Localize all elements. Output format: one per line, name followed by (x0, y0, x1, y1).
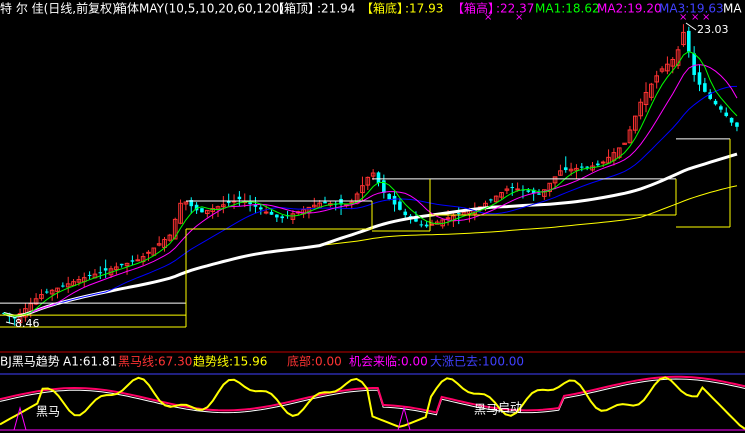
candle-body-down (269, 211, 274, 215)
sub-trend-line (0, 376, 745, 430)
box-high-label: 【箱高】 (452, 1, 500, 16)
box-bottom-label: 【箱底】 (361, 1, 409, 16)
x-marker: × (679, 12, 687, 23)
sub-heima-value: 黑马线:67.30 (118, 355, 192, 369)
candle-body-down (510, 187, 515, 189)
candle-body-up (146, 251, 151, 254)
candle-body-up (445, 217, 451, 220)
candle-body-down (489, 199, 493, 201)
candle-body-down (87, 274, 92, 276)
candle-body-down (526, 190, 531, 192)
box-top-label: 【箱顶】 (272, 1, 320, 16)
candle-body-up (135, 259, 141, 262)
candle-body-down (719, 106, 723, 110)
high-price-annotation: 23.03 (697, 23, 729, 36)
sub-white-line (0, 378, 745, 416)
ma-green-line (3, 50, 738, 317)
low-price-annotation: 8.46 (15, 317, 40, 330)
candle-body-down (729, 117, 734, 123)
sub-bottom-value: 底部:0.00 (287, 354, 342, 369)
candle-body-down (259, 207, 263, 210)
candle-body-down (563, 167, 568, 171)
header-indicator: 箱体MAY(10,5,10,20,60,120) (115, 1, 284, 16)
candle-body-down (456, 213, 461, 215)
x-marker: × (702, 12, 710, 23)
candle-body-down (280, 216, 284, 219)
candle-body-down (585, 166, 589, 168)
low-annotation-pointer (5, 321, 15, 325)
candle-body-down (692, 53, 696, 75)
candle-body-down (275, 214, 279, 218)
candle-body-up (429, 223, 435, 226)
candle-body-down (376, 172, 381, 183)
sub-pane (0, 373, 745, 431)
candle-body-down (323, 201, 327, 204)
box-bottom-value: :17.93 (405, 2, 443, 16)
candle-body-down (398, 201, 402, 210)
candle-body-up (263, 211, 269, 214)
sub-rise-value: 大涨已去:100.00 (430, 354, 524, 369)
candle-body-down (200, 208, 204, 213)
stock-chart: 特 尔 佳(日线,前复权) 箱体MAY(10,5,10,20,60,120) 【… (0, 1, 745, 431)
candle-body-down (130, 260, 135, 262)
candle-body-down (248, 202, 252, 205)
sub-chance-value: 机会来临:0.00 (349, 355, 428, 369)
candle-body-down (724, 112, 729, 117)
candle-body-down (403, 211, 408, 216)
sub-marker-qidong: 启动 (498, 401, 522, 415)
sub-marker-heima-2: 黑马 (474, 403, 498, 417)
candle-body-down (419, 224, 424, 226)
candle-body-down (596, 163, 600, 166)
box-top-value: :21.94 (317, 2, 355, 16)
candle-body-down (713, 100, 718, 105)
candle-body-down (61, 285, 65, 287)
sub-trend-value: 趋势线:15.96 (193, 355, 267, 369)
sub-marker-heima-1: 黑马 (36, 405, 60, 419)
candle-body-down (697, 72, 702, 85)
sub-indicator-name: BJ黑马趋势 (0, 355, 60, 369)
x-marker: × (515, 12, 523, 23)
ma-more: MA (723, 2, 742, 16)
candle-body-down (735, 122, 739, 127)
candle-body-down (45, 291, 49, 293)
candle-body-down (703, 83, 707, 92)
candle-body-down (98, 272, 103, 274)
candle-body-down (237, 196, 242, 200)
candle-body-down (387, 193, 391, 200)
candle-body-down (119, 263, 124, 266)
ma1-value: MA1:18.62 (535, 2, 600, 16)
high-annotation-pointer (685, 22, 697, 31)
price-pane (0, 22, 739, 328)
candle-body-down (687, 30, 691, 52)
x-marker: × (484, 12, 492, 23)
candle-body-down (580, 166, 584, 168)
candle-body-down (537, 193, 541, 195)
x-marker: × (691, 12, 699, 23)
candle-body-down (103, 268, 108, 271)
header-stock-name: 特 尔 佳(日线,前复权) (0, 1, 117, 16)
candle-body-down (392, 195, 397, 205)
sub-a1-value: A1:61.81 (63, 355, 117, 369)
candle-body-down (424, 224, 429, 227)
ma-yellow-line (3, 185, 738, 317)
candle-body-up (515, 188, 520, 191)
candle-body-up (600, 161, 606, 164)
ma2-value: MA2:19.20 (597, 2, 662, 16)
